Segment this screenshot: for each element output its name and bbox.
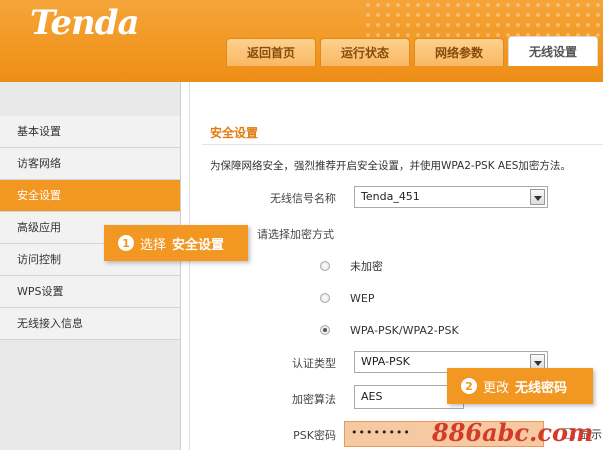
radio-option-wep[interactable]: WEP xyxy=(320,290,374,306)
section-divider xyxy=(202,144,603,145)
header-dot-pattern xyxy=(363,0,603,40)
sidebar-item-guest[interactable]: 访客网络 xyxy=(0,148,180,180)
main-nav-tabs: 返回首页 运行状态 网络参数 无线设置 xyxy=(226,36,602,66)
callout-text: 更改 xyxy=(483,380,510,396)
ssid-label: 无线信号名称 xyxy=(270,192,336,205)
tab-home[interactable]: 返回首页 xyxy=(226,38,316,66)
step-number: 1 xyxy=(118,235,134,251)
section-title: 安全设置 xyxy=(210,126,259,140)
callout-strong: 无线密码 xyxy=(515,380,568,396)
sidebar-item-wps[interactable]: WPS设置 xyxy=(0,276,180,308)
radio-option-none[interactable]: 未加密 xyxy=(320,258,383,274)
callout-text: 选择 xyxy=(140,237,167,253)
callout-step-1: 1 选择 安全设置 xyxy=(104,225,248,261)
radio-option-wpa[interactable]: WPA-PSK/WPA2-PSK xyxy=(320,322,459,338)
tab-network[interactable]: 网络参数 xyxy=(414,38,504,66)
sidebar: 基本设置 访客网络 安全设置 高级应用 访问控制 WPS设置 无线接入信息 xyxy=(0,82,181,450)
callout-strong: 安全设置 xyxy=(172,237,225,253)
intro-text: 为保障网络安全，强烈推荐开启安全设置，并使用WPA2-PSK AES加密方法。 xyxy=(210,160,571,172)
radio-wpa[interactable] xyxy=(320,325,330,335)
header-bar: Tenda 返回首页 运行状态 网络参数 无线设置 xyxy=(0,0,603,82)
radio-label-wep: WEP xyxy=(350,291,375,305)
radio-label-none: 未加密 xyxy=(350,260,383,273)
auth-type-label: 认证类型 xyxy=(292,357,336,370)
radio-wep[interactable] xyxy=(320,293,330,303)
radio-none[interactable] xyxy=(320,261,330,271)
sidebar-item-basic[interactable]: 基本设置 xyxy=(0,116,180,148)
sidebar-item-security[interactable]: 安全设置 xyxy=(0,180,180,212)
radio-label-wpa: WPA-PSK/WPA2-PSK xyxy=(350,323,459,337)
chevron-down-icon xyxy=(530,189,545,205)
tab-status[interactable]: 运行状态 xyxy=(320,38,410,66)
cipher-label: 加密算法 xyxy=(292,393,336,406)
ssid-select[interactable]: Tenda_451 xyxy=(354,186,548,208)
auth-type-value: WPA-PSK xyxy=(361,355,410,368)
psk-label: PSK密码 xyxy=(293,429,336,442)
callout-step-2: 2 更改 无线密码 xyxy=(447,368,593,404)
tenda-logo: Tenda xyxy=(30,3,140,43)
step-number: 2 xyxy=(461,378,477,394)
site-watermark: 886abc.com xyxy=(432,418,594,447)
sidebar-item-clients[interactable]: 无线接入信息 xyxy=(0,308,180,340)
ssid-value: Tenda_451 xyxy=(361,190,420,203)
tab-wireless[interactable]: 无线设置 xyxy=(508,36,598,66)
